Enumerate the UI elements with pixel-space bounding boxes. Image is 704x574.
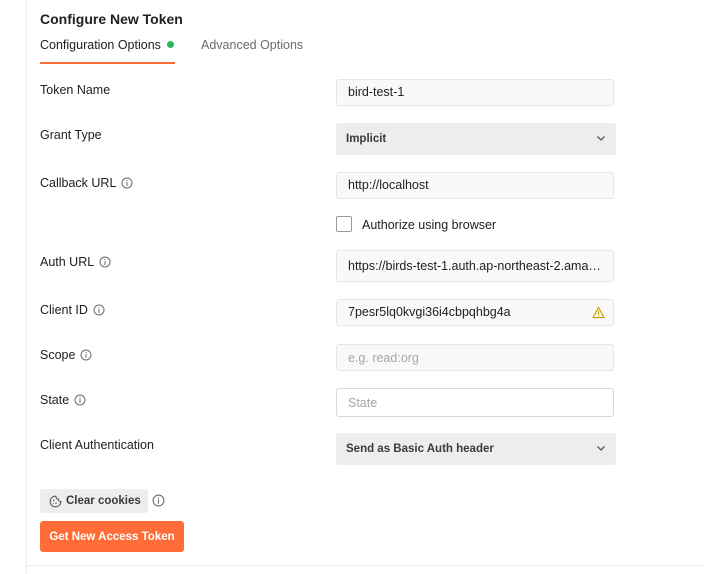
get-new-access-token-button[interactable]: Get New Access Token bbox=[40, 521, 184, 552]
authorize-browser-label: Authorize using browser bbox=[362, 218, 497, 232]
callback-url-input[interactable]: http://localhost bbox=[336, 172, 614, 199]
clear-cookies-label: Clear cookies bbox=[66, 495, 141, 507]
auth-url-label-text: Auth URL bbox=[40, 255, 95, 269]
client-auth-label: Client Authentication bbox=[40, 438, 154, 452]
info-icon[interactable] bbox=[152, 494, 165, 507]
status-dot-icon bbox=[166, 41, 174, 48]
grant-type-value: Implicit bbox=[346, 133, 387, 145]
chevron-down-icon bbox=[596, 443, 606, 456]
auth-url-input[interactable]: https://birds-test-1.auth.ap-northeast-2… bbox=[336, 250, 614, 282]
info-icon[interactable] bbox=[99, 256, 111, 268]
client-id-label: Client ID bbox=[40, 303, 105, 317]
scope-label-text: Scope bbox=[40, 348, 76, 362]
grant-type-label-text: Grant Type bbox=[40, 128, 102, 142]
page-title: Configure New Token bbox=[40, 11, 183, 27]
info-icon[interactable] bbox=[121, 177, 133, 189]
client-id-label-text: Client ID bbox=[40, 303, 88, 317]
grant-type-label: Grant Type bbox=[40, 128, 102, 142]
clear-cookies-button[interactable]: Clear cookies bbox=[40, 489, 148, 513]
tab-configuration-options[interactable]: Configuration Options bbox=[40, 38, 175, 64]
info-icon[interactable] bbox=[93, 304, 105, 316]
callback-url-label-text: Callback URL bbox=[40, 176, 117, 190]
client-auth-label-text: Client Authentication bbox=[40, 438, 154, 452]
grant-type-select[interactable]: Implicit bbox=[336, 123, 616, 155]
scope-label: Scope bbox=[40, 348, 92, 362]
client-auth-select[interactable]: Send as Basic Auth header bbox=[336, 433, 616, 465]
cookie-icon bbox=[49, 495, 62, 508]
scope-input[interactable] bbox=[336, 344, 614, 371]
callback-url-label: Callback URL bbox=[40, 176, 133, 190]
client-id-value: 7pesr5lq0kvgi36i4cbpqhbg4a bbox=[348, 305, 511, 319]
auth-url-label: Auth URL bbox=[40, 255, 111, 269]
warning-icon[interactable] bbox=[592, 306, 605, 319]
authorize-browser-checkbox[interactable] bbox=[336, 216, 352, 232]
client-id-input[interactable]: 7pesr5lq0kvgi36i4cbpqhbg4a bbox=[336, 299, 614, 326]
info-icon[interactable] bbox=[74, 394, 86, 406]
state-label: State bbox=[40, 393, 86, 407]
info-icon[interactable] bbox=[80, 349, 92, 361]
tab-advanced-options[interactable]: Advanced Options bbox=[201, 38, 303, 62]
panel-bottom-divider bbox=[26, 565, 704, 566]
token-name-label-text: Token Name bbox=[40, 83, 111, 97]
state-label-text: State bbox=[40, 393, 70, 407]
panel-left-divider bbox=[26, 0, 27, 574]
chevron-down-icon bbox=[596, 133, 606, 146]
token-name-input[interactable]: bird-test-1 bbox=[336, 79, 614, 106]
state-input[interactable] bbox=[336, 388, 614, 417]
token-name-label: Token Name bbox=[40, 83, 110, 97]
tab-label: Configuration Options bbox=[40, 38, 161, 52]
client-auth-value: Send as Basic Auth header bbox=[346, 443, 494, 455]
